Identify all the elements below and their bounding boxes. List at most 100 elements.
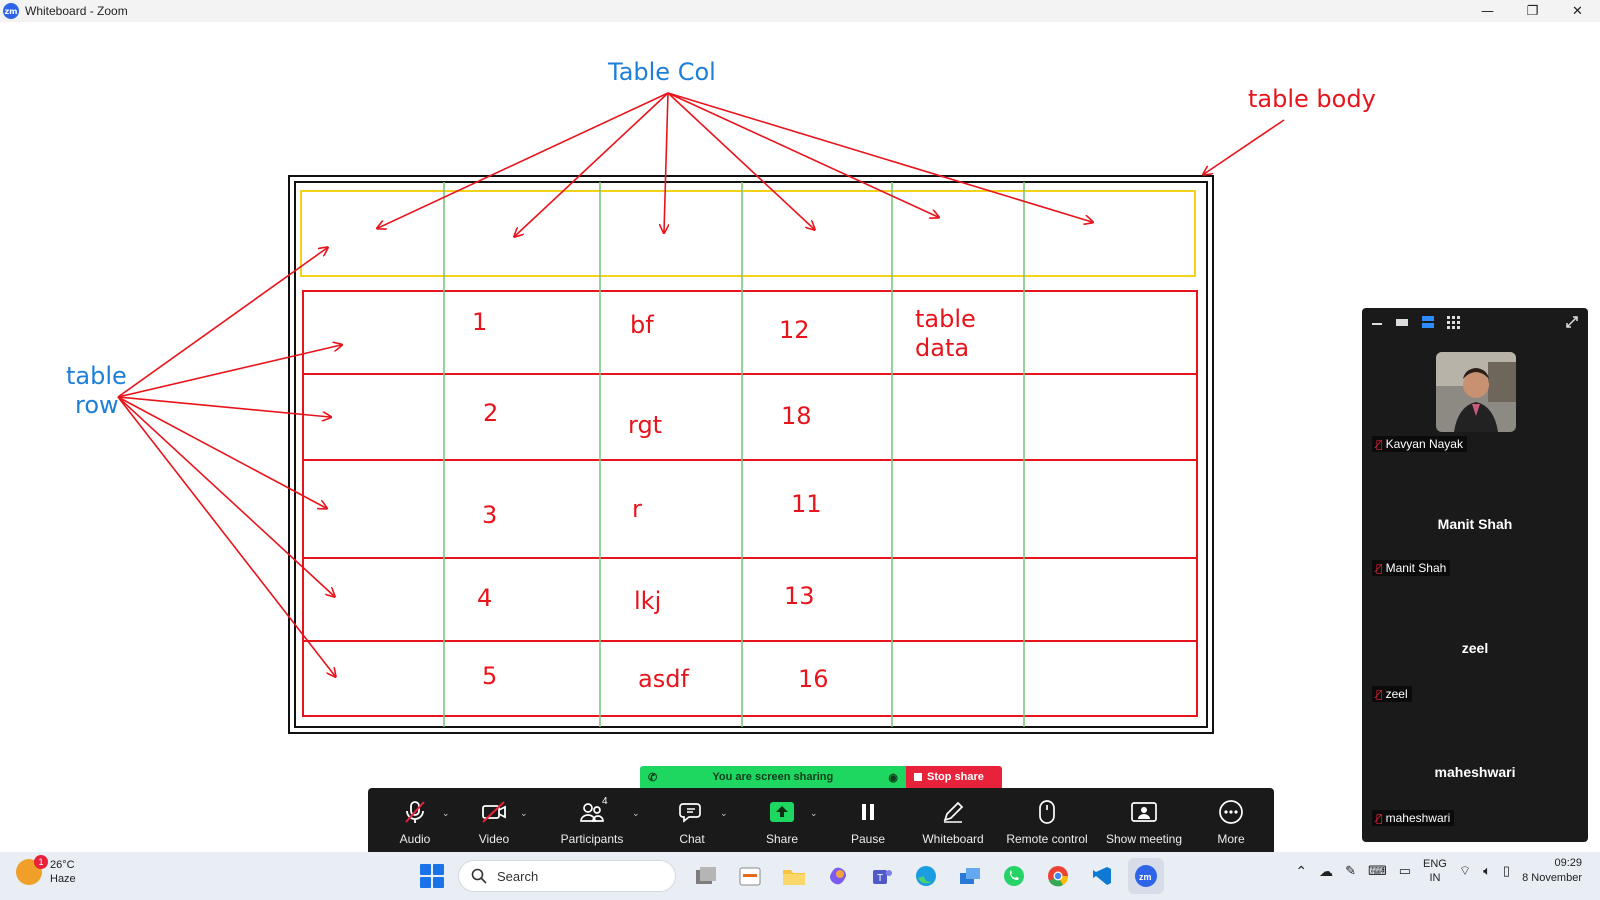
sharing-status[interactable]: ✆ You are screen sharing ◉	[640, 766, 906, 788]
participant-name: maheshwari	[1385, 811, 1451, 825]
screen-sharing-banner: ✆ You are screen sharing ◉ Stop share	[640, 766, 1002, 788]
cell-value: 16	[798, 665, 829, 693]
clock-date: 8 November	[1522, 872, 1582, 884]
store-icon[interactable]	[732, 858, 768, 894]
language-indicator[interactable]: ENG IN	[1423, 857, 1447, 885]
chevron-up-icon[interactable]: ⌃	[1295, 863, 1307, 880]
strip-view-icon[interactable]	[1420, 315, 1436, 329]
chat-options-caret[interactable]: ⌄	[720, 808, 728, 819]
video-button[interactable]: Video ⌄	[452, 788, 536, 852]
minimize-button[interactable]: —	[1465, 0, 1510, 22]
table-data-label-line1: table	[915, 305, 976, 333]
show-meeting-button[interactable]: Show meeting	[1096, 788, 1192, 852]
region-code: IN	[1429, 872, 1441, 884]
more-button[interactable]: More	[1192, 788, 1270, 852]
participant-name-label: 🎙̸ Manit Shah	[1372, 560, 1451, 576]
edge-icon[interactable]	[908, 858, 944, 894]
whiteboard-canvas[interactable]: Table Col table body table row table dat…	[0, 22, 1600, 852]
system-tray: ⌃ ☁ ✎ ⌨ ▭ ENG IN ⌔ 🔈︎ ▯ 09:29 8 November	[1295, 856, 1582, 886]
search-placeholder: Search	[497, 868, 539, 884]
table-data-label-line2: data	[915, 334, 969, 362]
audio-options-caret[interactable]: ⌄	[442, 808, 450, 819]
participant-tile[interactable]: 🎙̸ Kavyan Nayak	[1368, 346, 1582, 470]
mic-muted-icon: 🎙̸	[1376, 561, 1383, 575]
start-button[interactable]	[420, 864, 444, 888]
clock-time: 09:29	[1554, 857, 1582, 869]
table-body-inner-border	[294, 181, 1208, 728]
remote-desktop-icon[interactable]	[952, 858, 988, 894]
cell-num: 5	[482, 662, 497, 690]
clock[interactable]: 09:29 8 November	[1522, 856, 1582, 886]
weather-widget[interactable]: 1 26°C Haze	[16, 855, 76, 886]
whiteboard-drawing: Table Col table body table row table dat…	[66, 58, 1376, 734]
video-options-caret[interactable]: ⌄	[520, 808, 528, 819]
participants-options-caret[interactable]: ⌄	[632, 808, 640, 819]
taskbar-search[interactable]: Search	[458, 860, 676, 892]
stop-share-button[interactable]: Stop share	[906, 766, 1002, 788]
remote-control-button[interactable]: Remote control	[998, 788, 1096, 852]
more-label: More	[1217, 832, 1245, 846]
participant-name: Kavyan Nayak	[1385, 437, 1463, 451]
windows-taskbar: 1 26°C Haze Search T zm ⌃ ☁ ✎ ⌨ ▭ ENG IN…	[0, 852, 1600, 900]
shield-icon: ◉	[888, 771, 898, 784]
share-button[interactable]: Share ⌄	[736, 788, 828, 852]
mic-muted-icon: 🎙̸	[1376, 811, 1383, 825]
participant-tile[interactable]: Manit Shah 🎙̸ Manit Shah	[1368, 470, 1582, 594]
participant-tile[interactable]: maheshwari 🎙̸ maheshwari	[1368, 718, 1582, 842]
chrome-icon[interactable]	[1040, 858, 1076, 894]
pinned-apps: T zm	[688, 858, 1164, 894]
teams-icon[interactable]: T	[864, 858, 900, 894]
video-label: Video	[478, 832, 510, 846]
whiteboard-button[interactable]: Whiteboard	[908, 788, 998, 852]
close-button[interactable]: ✕	[1555, 0, 1600, 22]
share-options-caret[interactable]: ⌄	[810, 808, 818, 819]
whatsapp-icon[interactable]	[996, 858, 1032, 894]
zoom-taskbar-icon[interactable]: zm	[1128, 858, 1164, 894]
speaker-view-icon[interactable]	[1394, 317, 1410, 327]
participant-display-name: maheshwari	[1434, 764, 1516, 780]
show-meeting-label: Show meeting	[1105, 832, 1183, 846]
stop-share-label: Stop share	[927, 771, 984, 783]
cloud-icon[interactable]: ☁	[1319, 863, 1333, 880]
gallery-grid-icon[interactable]	[1446, 315, 1462, 329]
folder-icon[interactable]	[776, 858, 812, 894]
copilot-icon[interactable]	[820, 858, 856, 894]
microphone-muted-icon	[401, 798, 429, 826]
task-view-icon[interactable]	[688, 858, 724, 894]
expand-icon[interactable]	[1564, 314, 1580, 330]
restore-button[interactable]: ❐	[1510, 0, 1555, 22]
cell-value: 18	[781, 402, 812, 430]
tablet-icon[interactable]: ▭	[1399, 863, 1411, 879]
participants-button[interactable]: 4 Participants ⌄	[536, 788, 648, 852]
cell-num: 3	[482, 501, 497, 529]
pause-share-button[interactable]: Pause	[828, 788, 908, 852]
cell-value: 11	[791, 490, 822, 518]
chat-button[interactable]: Chat ⌄	[648, 788, 736, 852]
pen-input-icon[interactable]: ✎	[1345, 863, 1356, 879]
pause-label: Pause	[850, 832, 886, 846]
sun-haze-icon: 1	[16, 855, 48, 885]
participant-name-label: 🎙̸ zeel	[1372, 686, 1412, 702]
battery-icon[interactable]: ▯	[1503, 863, 1510, 879]
participant-tile[interactable]: zeel 🎙̸ zeel	[1368, 596, 1582, 720]
minimize-panel-icon[interactable]	[1370, 317, 1384, 327]
cell-value: 12	[779, 316, 810, 344]
participant-display-name: zeel	[1461, 640, 1489, 656]
mouse-icon	[1033, 798, 1061, 826]
keyboard-icon[interactable]: ⌨	[1368, 863, 1387, 879]
window-controls: — ❐ ✕	[1465, 0, 1600, 22]
participant-name: zeel	[1385, 687, 1408, 701]
wifi-icon[interactable]: ⌔	[1459, 863, 1471, 879]
cell-num: 2	[483, 399, 498, 427]
cell-text: r	[632, 495, 642, 523]
cell-num: 4	[477, 584, 492, 612]
weather-description: Haze	[50, 873, 76, 885]
stop-icon	[914, 773, 922, 781]
volume-icon[interactable]: 🔈︎	[1483, 863, 1491, 879]
svg-text:T: T	[877, 873, 883, 884]
window-title: Whiteboard - Zoom	[25, 4, 128, 18]
vscode-icon[interactable]	[1084, 858, 1120, 894]
weather-temperature: 26°C	[50, 859, 75, 871]
video-off-icon	[480, 798, 508, 826]
audio-button[interactable]: Audio ⌄	[378, 788, 452, 852]
